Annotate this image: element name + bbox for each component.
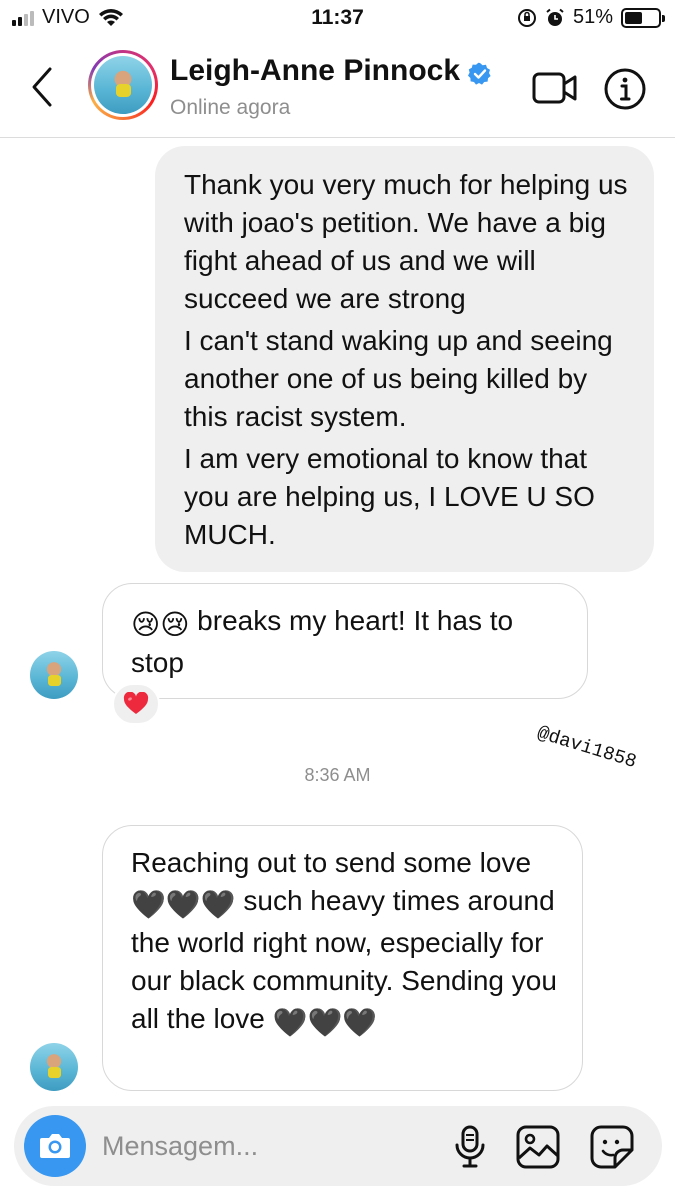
contact-avatar[interactable] <box>88 50 158 120</box>
crying-face-emoji: 😢😢 <box>131 609 190 640</box>
message-paragraph: I am very emotional to know that you are… <box>184 443 595 550</box>
back-button[interactable] <box>26 65 58 109</box>
battery-icon <box>621 7 665 28</box>
battery-percent: 51% <box>572 6 613 28</box>
chat-header: Leigh-Anne Pinnock Online agora <box>0 40 675 138</box>
black-heart-emoji: 🖤🖤🖤 <box>131 889 236 920</box>
message-paragraph: Thank you very much for helping us with … <box>184 169 628 314</box>
orientation-lock-icon <box>517 8 536 27</box>
contact-name[interactable]: Leigh-Anne Pinnock <box>170 54 460 88</box>
outgoing-message-bubble[interactable]: Thank you very much for helping us with … <box>155 146 654 572</box>
message-text: Reaching out to send some love <box>131 847 532 878</box>
incoming-message-bubble[interactable]: 😢😢 breaks my heart! It has to stop <box>102 583 588 699</box>
sender-avatar[interactable] <box>30 1043 78 1091</box>
contact-status: Online agora <box>170 96 291 119</box>
video-call-button[interactable] <box>532 70 578 106</box>
incoming-message-bubble[interactable]: Reaching out to send some love 🖤🖤🖤 such … <box>102 825 583 1091</box>
microphone-button[interactable] <box>452 1125 488 1169</box>
black-heart-emoji: 🖤🖤🖤 <box>272 1007 378 1038</box>
heart-reaction[interactable] <box>112 683 160 725</box>
alarm-icon <box>546 8 564 26</box>
message-paragraph: I can't stand waking up and seeing anoth… <box>184 325 613 432</box>
heart-icon <box>123 692 149 714</box>
verified-badge-icon <box>468 62 491 85</box>
message-composer <box>14 1106 662 1186</box>
camera-icon <box>40 1134 70 1158</box>
info-button[interactable] <box>603 67 647 111</box>
sender-avatar[interactable] <box>30 651 78 699</box>
message-timestamp: 8:36 AM <box>304 765 371 785</box>
status-right: 51% <box>517 6 665 29</box>
gallery-button[interactable] <box>515 1124 561 1170</box>
sticker-button[interactable] <box>589 1124 635 1170</box>
message-input[interactable] <box>102 1126 432 1166</box>
status-bar: VIVO 11:37 51% <box>0 0 675 40</box>
camera-button[interactable] <box>24 1115 86 1177</box>
